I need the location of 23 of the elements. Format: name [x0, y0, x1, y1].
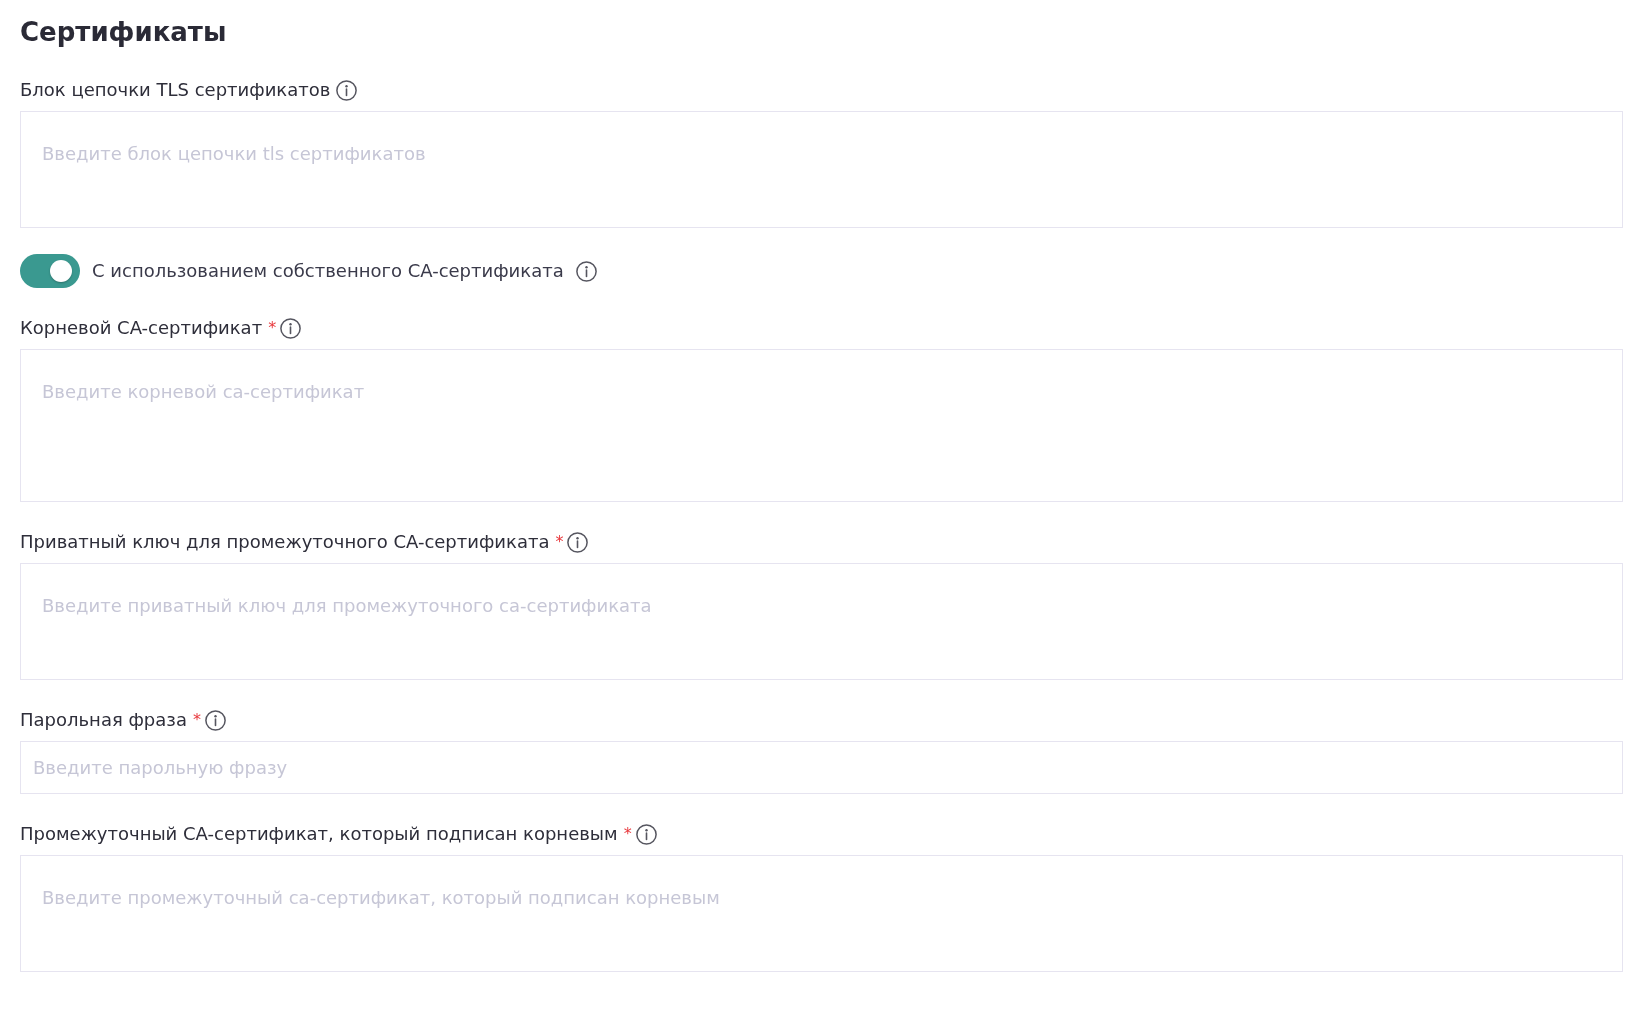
page-title: Сертификаты	[20, 16, 228, 49]
required-mark: *	[555, 531, 564, 553]
info-icon	[635, 823, 657, 845]
field-label: Приватный ключ для промежуточного CA-сертификата	[20, 530, 550, 554]
text-area[interactable]: Введите промежуточный ca-сертификат, который подписан корневым	[20, 855, 1623, 972]
info-icon	[336, 79, 358, 101]
input-field[interactable]: Введите парольную фразу	[20, 741, 1623, 794]
required-mark: *	[268, 317, 277, 339]
text-area[interactable]: Введите блок цепочки tls сертификатов	[20, 111, 1623, 228]
field-label: Блок цепочки TLS сертификатов	[20, 78, 331, 102]
toggle-label: С использованием собственного CA-сертификата	[92, 259, 564, 283]
field-label: Промежуточный CA-сертификат, который подписан корневым	[20, 822, 618, 846]
field-label: Корневой CA-сертификат	[20, 316, 263, 340]
text-area[interactable]: Введите корневой ca-сертификат	[20, 349, 1623, 502]
required-mark: *	[623, 823, 632, 845]
info-icon	[204, 709, 226, 731]
info-icon	[567, 531, 589, 553]
toggle-switch[interactable]	[20, 254, 80, 288]
text-area[interactable]: Введите приватный ключ для промежуточного ca-сертификата	[20, 563, 1623, 680]
info-icon	[280, 317, 302, 339]
field-label: Парольная фраза	[20, 708, 187, 732]
info-icon	[575, 260, 597, 282]
required-mark: *	[192, 709, 201, 731]
